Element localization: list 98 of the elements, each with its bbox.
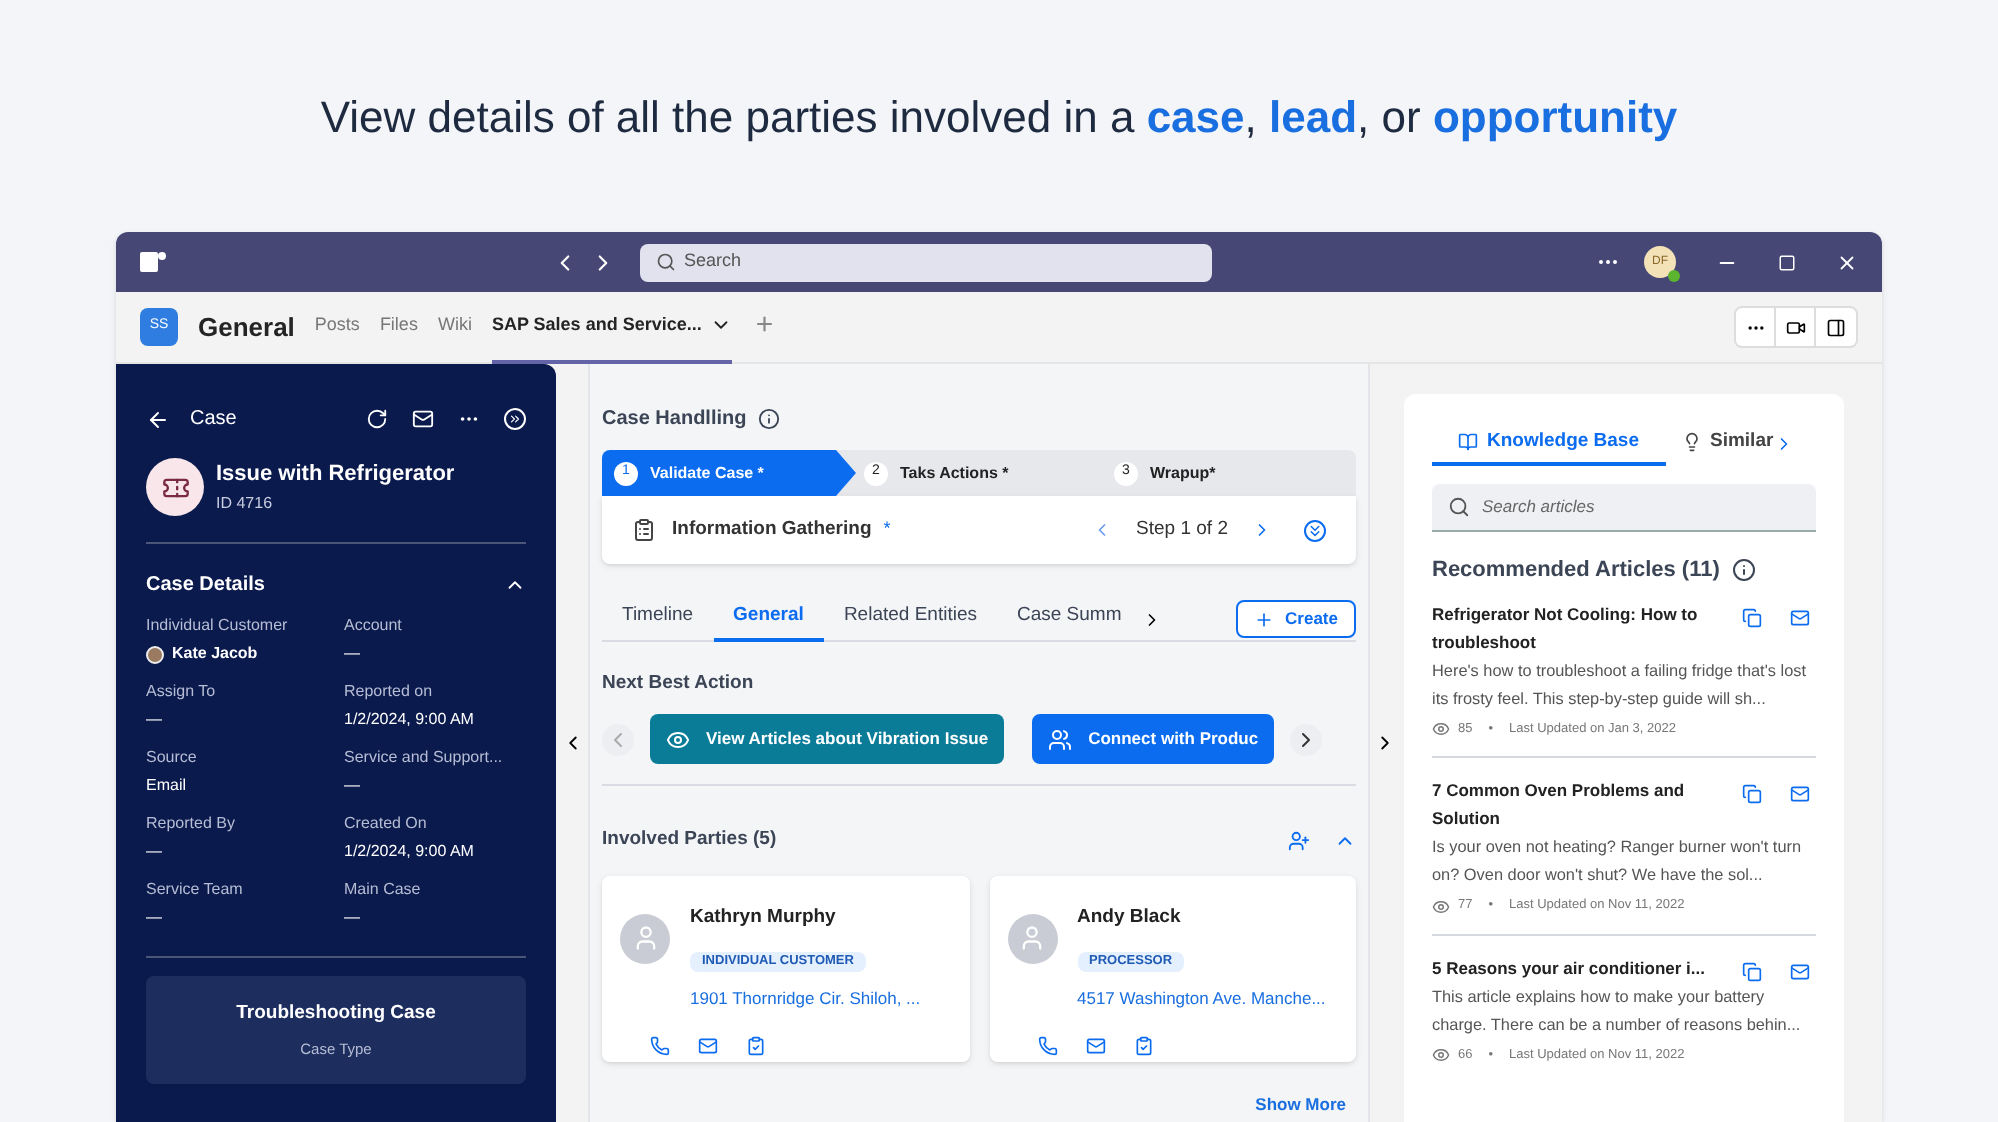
search-placeholder: Search articles <box>1482 494 1595 520</box>
copy-icon[interactable] <box>1742 607 1762 627</box>
field-value: — <box>344 774 360 798</box>
required-mark: * <box>883 516 891 543</box>
field-value: 1/2/2024, 9:00 AM <box>344 708 474 732</box>
section-title: Recommended Articles (11) <box>1432 556 1720 586</box>
content-tab[interactable]: Case Summ <box>996 597 1142 641</box>
field-label: Service Team <box>146 878 245 902</box>
article-search-field[interactable]: Search articles <box>1432 484 1816 532</box>
phone-icon[interactable] <box>1037 1035 1057 1055</box>
panel-icon <box>1826 317 1846 337</box>
article-title[interactable]: 5 Reasons your air conditioner i... <box>1432 954 1726 982</box>
content-tab[interactable]: Timeline <box>602 597 714 641</box>
views-icon <box>1432 719 1450 738</box>
show-more-link[interactable]: Show More <box>1255 1091 1346 1117</box>
book-icon <box>1458 432 1479 452</box>
case-type-value: Troubleshooting Case <box>236 1000 436 1029</box>
field-label: Service and Support... <box>344 746 505 770</box>
field-label: Individual Customer <box>146 614 290 638</box>
person-icon <box>1018 924 1046 952</box>
eye-icon <box>666 727 690 752</box>
field-label: Main Case <box>344 878 423 902</box>
plus-icon <box>1253 609 1274 629</box>
step-label: Validate Case * <box>650 461 764 485</box>
create-button[interactable]: Create <box>1235 600 1356 638</box>
channel-tab[interactable]: Files <box>379 291 418 363</box>
field-value: Kate Jacob <box>172 642 258 666</box>
section-title: Next Best Action <box>602 670 756 698</box>
add-party-icon[interactable] <box>1288 829 1310 852</box>
search-icon <box>1448 496 1470 518</box>
section-title: Case Details <box>146 572 265 600</box>
address-link[interactable]: 4517 Washington Ave. Manche... <box>1077 985 1326 1011</box>
action-button[interactable]: View Articles about Vibration Issue <box>650 714 1005 765</box>
search-icon <box>656 252 676 272</box>
person-icon <box>631 924 659 952</box>
field-value: — <box>146 708 162 732</box>
video-icon <box>1785 317 1805 337</box>
back-arrow-icon[interactable] <box>146 407 170 431</box>
step-counter-text: Step 1 of 2 <box>1136 515 1228 544</box>
copy-icon[interactable] <box>1742 962 1762 982</box>
add-tab-button[interactable]: + <box>755 304 774 350</box>
article-excerpt: Is your oven not heating? Ranger burner won't turn on? Oven door won't shut? We have the sol... <box>1432 836 1804 889</box>
action-button[interactable]: Connect with Produc <box>1032 714 1275 765</box>
close-icon[interactable] <box>1836 251 1858 273</box>
maximize-icon[interactable] <box>1778 253 1796 271</box>
party-name: Kathryn Murphy <box>690 903 838 931</box>
content-tab[interactable]: Related Entities <box>823 597 997 641</box>
form-icon <box>632 518 656 542</box>
content-tab[interactable]: General <box>713 597 824 641</box>
substep-label: Information Gathering <box>672 515 872 544</box>
field-value: — <box>344 642 360 666</box>
field-label: Reported By <box>146 812 237 836</box>
channel-name: General <box>198 309 295 346</box>
expand-icon[interactable] <box>504 408 526 430</box>
panel-tab[interactable]: Knowledge Base <box>1432 422 1666 466</box>
case-title: Issue with Refrigerator <box>216 460 455 491</box>
field-value: — <box>146 906 162 930</box>
panel-tab[interactable]: Similar <box>1682 422 1774 466</box>
headline: View details of all the parties involved in a case, lead, or opportunity <box>320 89 1678 146</box>
section-title: Involved Parties (5) <box>602 826 777 855</box>
views-icon <box>1432 897 1450 916</box>
field-label: Reported on <box>344 680 435 704</box>
step-label: Wrapup* <box>1150 461 1216 485</box>
phone-icon[interactable] <box>650 1035 670 1055</box>
people-icon <box>1048 727 1073 752</box>
section-title: Case Handlling <box>602 406 747 434</box>
field-value: 1/2/2024, 9:00 AM <box>344 840 474 864</box>
clipboard-icon[interactable] <box>1133 1035 1153 1055</box>
step-label: Taks Actions * <box>900 461 1009 485</box>
channel-tab[interactable]: Posts <box>314 291 360 363</box>
lightbulb-icon <box>1682 432 1702 452</box>
views-icon <box>1432 1046 1450 1065</box>
field-value: Email <box>146 774 187 798</box>
field-value: — <box>344 906 360 930</box>
search-placeholder: Search <box>684 248 742 275</box>
skip-icon[interactable] <box>1304 519 1326 541</box>
article-excerpt: Here's how to troubleshoot a failing fridge that's lost its frosty feel. This step-by-step guide will sh... <box>1432 659 1808 712</box>
article-title[interactable]: Refrigerator Not Cooling: How to troubleshoot <box>1432 599 1726 655</box>
back-link[interactable]: Case <box>190 404 237 434</box>
scroll-right-icon[interactable] <box>1290 723 1323 756</box>
search-field[interactable]: Search <box>640 243 1212 281</box>
field-label: Account <box>344 614 404 638</box>
info-icon[interactable] <box>758 408 781 430</box>
clipboard-icon[interactable] <box>746 1035 766 1055</box>
field-label: Source <box>146 746 199 770</box>
case-id: ID 4716 <box>216 491 275 516</box>
party-name: Andy Black <box>1077 903 1183 931</box>
field-label: Assign To <box>146 680 218 704</box>
article-title[interactable]: 7 Common Oven Problems and Solution <box>1432 776 1726 833</box>
article-excerpt: This article explains how to make your battery charge. There can be a number of reasons behin... <box>1432 986 1803 1038</box>
channel-tab[interactable]: Wiki <box>437 291 472 363</box>
refresh-icon[interactable] <box>366 408 388 430</box>
field-value: — <box>146 840 162 864</box>
info-icon[interactable] <box>1731 558 1756 583</box>
ticket-icon <box>161 473 189 501</box>
address-link[interactable]: 1901 Thornridge Cir. Shiloh, ... <box>690 985 921 1011</box>
field-label: Created On <box>344 812 429 836</box>
copy-icon[interactable] <box>1742 784 1762 805</box>
